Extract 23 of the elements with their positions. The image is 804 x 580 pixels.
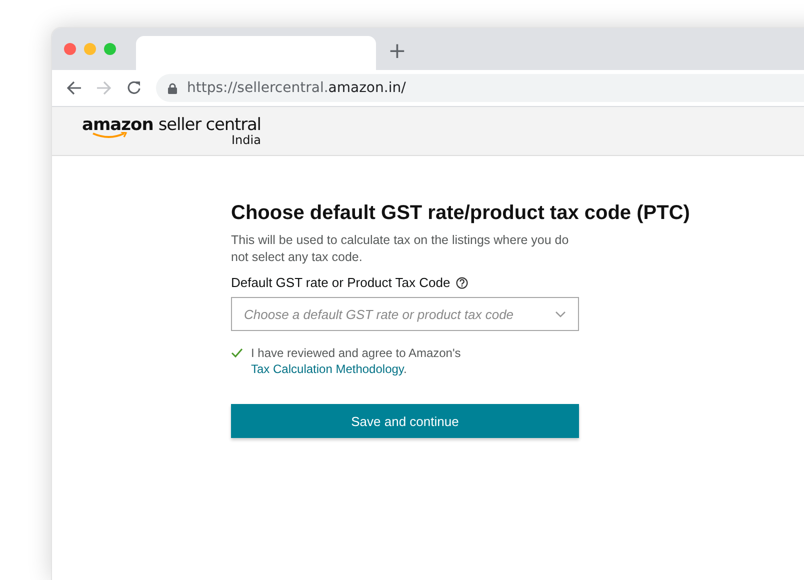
checkmark-icon[interactable] <box>231 348 243 358</box>
maximize-icon[interactable] <box>104 43 116 55</box>
minimize-icon[interactable] <box>84 43 96 55</box>
lock-icon <box>168 82 177 94</box>
close-icon[interactable] <box>64 43 76 55</box>
form-description: This will be used to calculate tax on the listings where you do not select any tax code. <box>231 232 570 266</box>
address-field[interactable]: https://sellercentral.amazon.in/ <box>156 74 804 102</box>
help-icon[interactable] <box>456 276 468 288</box>
methodology-link[interactable]: Tax Calculation Methodology <box>251 362 404 376</box>
logo-text: amazon <box>82 116 154 134</box>
reload-icon[interactable] <box>126 80 142 96</box>
chevron-icon <box>555 310 566 318</box>
logo-text: seller central <box>158 116 261 134</box>
form-title: Choose default GST rate/product tax code (PTC) <box>231 201 690 226</box>
smile-icon <box>92 132 128 140</box>
agreement-text: I have reviewed and agree to Amazon's Tax Calculation Methodology. <box>251 345 462 377</box>
save-button[interactable]: Save and continue <box>231 404 579 438</box>
back-icon[interactable] <box>66 80 82 96</box>
new-tab-button[interactable]: + <box>388 39 406 64</box>
tax-code-dropdown[interactable]: Choose a default GST rate or product tax code <box>231 297 579 331</box>
field-label: Default GST rate or Product Tax Code <box>231 275 450 290</box>
region-label: India <box>231 134 261 146</box>
forward-icon[interactable] <box>96 80 112 96</box>
